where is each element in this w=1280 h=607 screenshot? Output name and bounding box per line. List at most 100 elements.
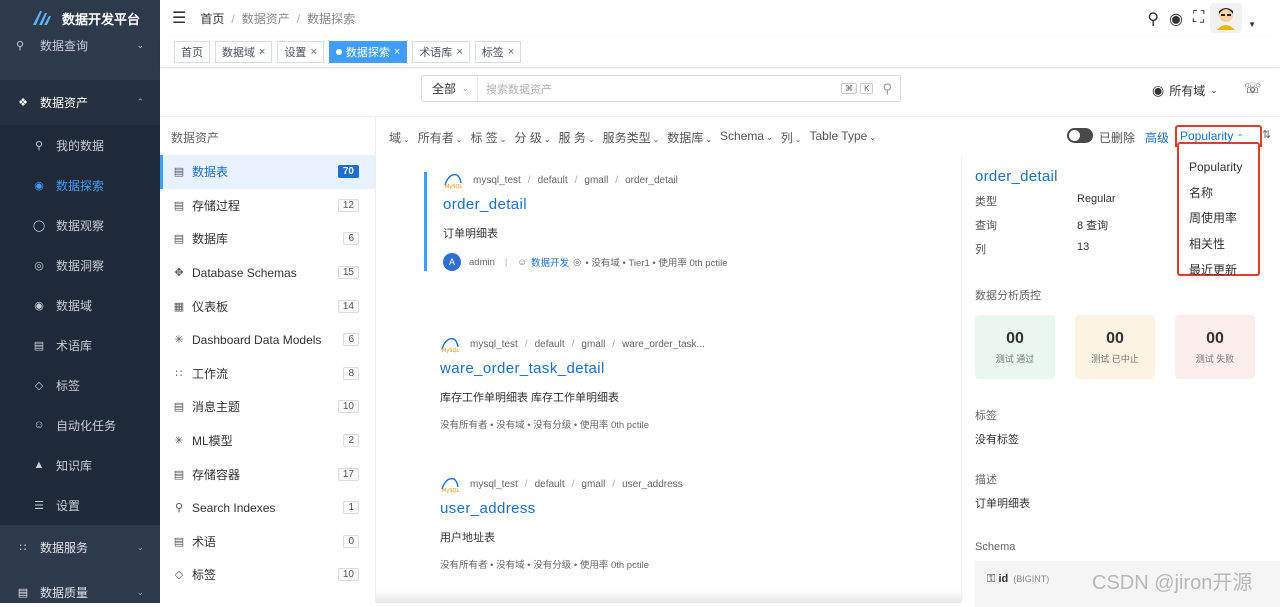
asset-type-dashboard-models[interactable]: ✳ Dashboard Data Models 6 xyxy=(160,323,375,357)
path-segment[interactable]: gmall xyxy=(584,175,608,186)
tab-data-explore[interactable]: 数据探索 × xyxy=(328,40,408,63)
path-segment[interactable]: order_detail xyxy=(625,175,678,186)
filter-domain[interactable]: 域 ⌄ xyxy=(389,129,410,146)
asset-type-containers[interactable]: ▤ 存储容器 17 xyxy=(160,457,375,491)
path-segment[interactable]: default xyxy=(538,175,568,186)
breadcrumb-assets[interactable]: 数据资产 xyxy=(242,12,290,26)
result-card[interactable]: MySQL mysql_test / default / gmall / ware_o… xyxy=(440,336,940,431)
path-segment[interactable]: mysql_test xyxy=(473,175,521,186)
advanced-search-link[interactable]: 高级 xyxy=(1145,129,1169,146)
asset-type-tables[interactable]: ▤ 数据表 70 xyxy=(160,155,375,189)
sort-option-popularity[interactable]: Popularity xyxy=(1179,154,1258,180)
path-segment[interactable]: mysql_test xyxy=(470,479,518,490)
filter-service-type[interactable]: 服务类型 ⌄ xyxy=(603,129,660,146)
asset-type-databases[interactable]: ▤ 数据库 6 xyxy=(160,222,375,256)
nav-item-label: 知识库 xyxy=(56,458,93,473)
nav-item-automation[interactable]: ☺ 自动化任务 xyxy=(0,405,160,445)
sort-option-relevance[interactable]: 相关性 xyxy=(1179,231,1258,257)
close-icon[interactable]: × xyxy=(259,46,265,58)
path-segment[interactable]: default xyxy=(535,479,565,490)
meta-rest: 没有所有者 • 没有域 • 没有分级 • 使用率 0th pctile xyxy=(440,560,649,571)
tab-glossary[interactable]: 术语库 × xyxy=(412,40,470,63)
tab-domain[interactable]: 数据域 × xyxy=(215,40,273,63)
quality-passed[interactable]: 00 测试 通过 xyxy=(975,315,1055,379)
nav-item-glossary[interactable]: ▤ 术语库 xyxy=(0,325,160,365)
entity-name[interactable]: user_address xyxy=(440,500,940,517)
chevron-down-icon: ⌄ xyxy=(869,133,876,142)
quality-aborted[interactable]: 00 测试 已中止 xyxy=(1075,315,1155,379)
nav-item-label: 数据域 xyxy=(56,298,93,313)
nav-data-query[interactable]: ⚲ 数据查询 ⌄ xyxy=(0,35,160,55)
entity-name[interactable]: ware_order_task_detail xyxy=(440,360,940,377)
asset-type-ml-models[interactable]: ✳ ML模型 2 xyxy=(160,424,375,458)
filter-column[interactable]: 列 ⌄ xyxy=(781,129,802,146)
result-card[interactable]: MySQL mysql_test / default / gmall / order_… xyxy=(424,172,924,271)
close-icon[interactable]: × xyxy=(508,46,514,58)
filter-schema[interactable]: Schema ⌄ xyxy=(720,129,773,146)
close-icon[interactable]: × xyxy=(456,46,462,58)
path-segment[interactable]: mysql_test xyxy=(470,339,518,350)
asset-type-dashboards[interactable]: ▦ 仪表板 14 xyxy=(160,289,375,323)
chart-icon: ▲ xyxy=(33,459,45,471)
nav-item-tags[interactable]: ◇ 标签 xyxy=(0,365,160,405)
filter-tier[interactable]: 分 级 ⌄ xyxy=(514,129,550,146)
deleted-toggle[interactable] xyxy=(1067,128,1093,143)
sort-option-name[interactable]: 名称 xyxy=(1179,180,1258,206)
asset-type-tags[interactable]: ◇ 标签 10 xyxy=(160,558,375,592)
user-avatar[interactable] xyxy=(1210,3,1242,33)
domain-select[interactable]: ◉ 所有域 ⌄ xyxy=(1152,82,1218,99)
search-input[interactable]: 搜索数据资产 xyxy=(478,81,841,97)
nav-item-my-data[interactable]: ⚲ 我的数据 xyxy=(0,125,160,165)
nav-item-knowledge[interactable]: ▲ 知识库 xyxy=(0,445,160,485)
filter-database[interactable]: 数据库 ⌄ xyxy=(667,129,712,146)
asset-type-topics[interactable]: ▤ 消息主题 10 xyxy=(160,390,375,424)
nav-item-data-explore[interactable]: ◉ 数据探索 xyxy=(0,165,160,205)
close-icon[interactable]: × xyxy=(310,46,316,58)
nav-group-data-quality[interactable]: ▤ 数据质量 ⌄ xyxy=(0,570,160,603)
github-icon[interactable]: ◉ xyxy=(1169,9,1183,29)
app-logo[interactable]: 数据开发平台 xyxy=(0,0,160,36)
asset-type-label: 术语 xyxy=(192,534,217,549)
entity-name[interactable]: order_detail xyxy=(443,196,924,213)
asset-type-procedures[interactable]: ▤ 存储过程 12 xyxy=(160,189,375,223)
quality-failed[interactable]: 00 测试 失败 xyxy=(1175,315,1255,379)
nav-item-settings[interactable]: ☰ 设置 xyxy=(0,485,160,525)
entity-description: 订单明细表 xyxy=(443,228,498,240)
filter-owner[interactable]: 所有者 ⌄ xyxy=(418,129,463,146)
team-link[interactable]: 数据开发 xyxy=(531,255,569,269)
path-segment[interactable]: ware_order_task... xyxy=(622,339,705,350)
bell-icon[interactable]: ☏ xyxy=(1244,80,1262,97)
filter-service[interactable]: 服 务 ⌄ xyxy=(559,129,595,146)
fullscreen-icon[interactable]: ⛶ xyxy=(1193,9,1204,29)
asset-type-glossary-terms[interactable]: ▤ 术语 0 xyxy=(160,525,375,559)
nav-group-data-assets[interactable]: ❖ 数据资产 ⌃ xyxy=(0,80,160,125)
asset-type-schemas[interactable]: ✥ Database Schemas 15 xyxy=(160,256,375,290)
path-segment[interactable]: default xyxy=(535,339,565,350)
tab-home[interactable]: 首页 xyxy=(174,40,210,63)
path-segment[interactable]: user_address xyxy=(622,479,683,490)
search-icon[interactable]: ⚲ xyxy=(1147,9,1159,29)
nav-group-data-service[interactable]: ∷ 数据服务 ⌄ xyxy=(0,525,160,570)
sort-option-weekly-usage[interactable]: 周使用率 xyxy=(1179,205,1258,231)
search-icon[interactable]: ⚲ xyxy=(882,81,892,97)
breadcrumb-home[interactable]: 首页 xyxy=(200,12,224,26)
sort-order-icon[interactable]: ⇅ xyxy=(1262,128,1271,141)
owner-name[interactable]: admin xyxy=(469,257,495,268)
sort-option-last-updated[interactable]: 最近更新 xyxy=(1179,256,1258,282)
tab-tags[interactable]: 标签 × xyxy=(474,40,522,63)
nav-item-data-observe[interactable]: ◯ 数据观察 xyxy=(0,205,160,245)
result-card[interactable]: MySQL mysql_test / default / gmall / user_a… xyxy=(440,476,940,571)
asset-type-pipelines[interactable]: ∷ 工作流 8 xyxy=(160,357,375,391)
path-segment[interactable]: gmall xyxy=(581,479,605,490)
asset-type-search-indexes[interactable]: ⚲ Search Indexes 1 xyxy=(160,491,375,525)
filter-tag[interactable]: 标 签 ⌄ xyxy=(470,129,506,146)
close-icon[interactable]: × xyxy=(394,46,400,58)
menu-toggle-icon[interactable]: ☰ xyxy=(172,8,186,28)
nav-item-data-insight[interactable]: ◎ 数据洞察 xyxy=(0,245,160,285)
nav-item-data-domain[interactable]: ◉ 数据域 xyxy=(0,285,160,325)
caret-down-icon[interactable]: ▼ xyxy=(1248,20,1256,29)
tab-settings[interactable]: 设置 × xyxy=(277,40,324,63)
path-segment[interactable]: gmall xyxy=(581,339,605,350)
filter-table-type[interactable]: Table Type ⌄ xyxy=(809,129,876,146)
search-scope-select[interactable]: 全部 ⌄ xyxy=(422,76,478,101)
